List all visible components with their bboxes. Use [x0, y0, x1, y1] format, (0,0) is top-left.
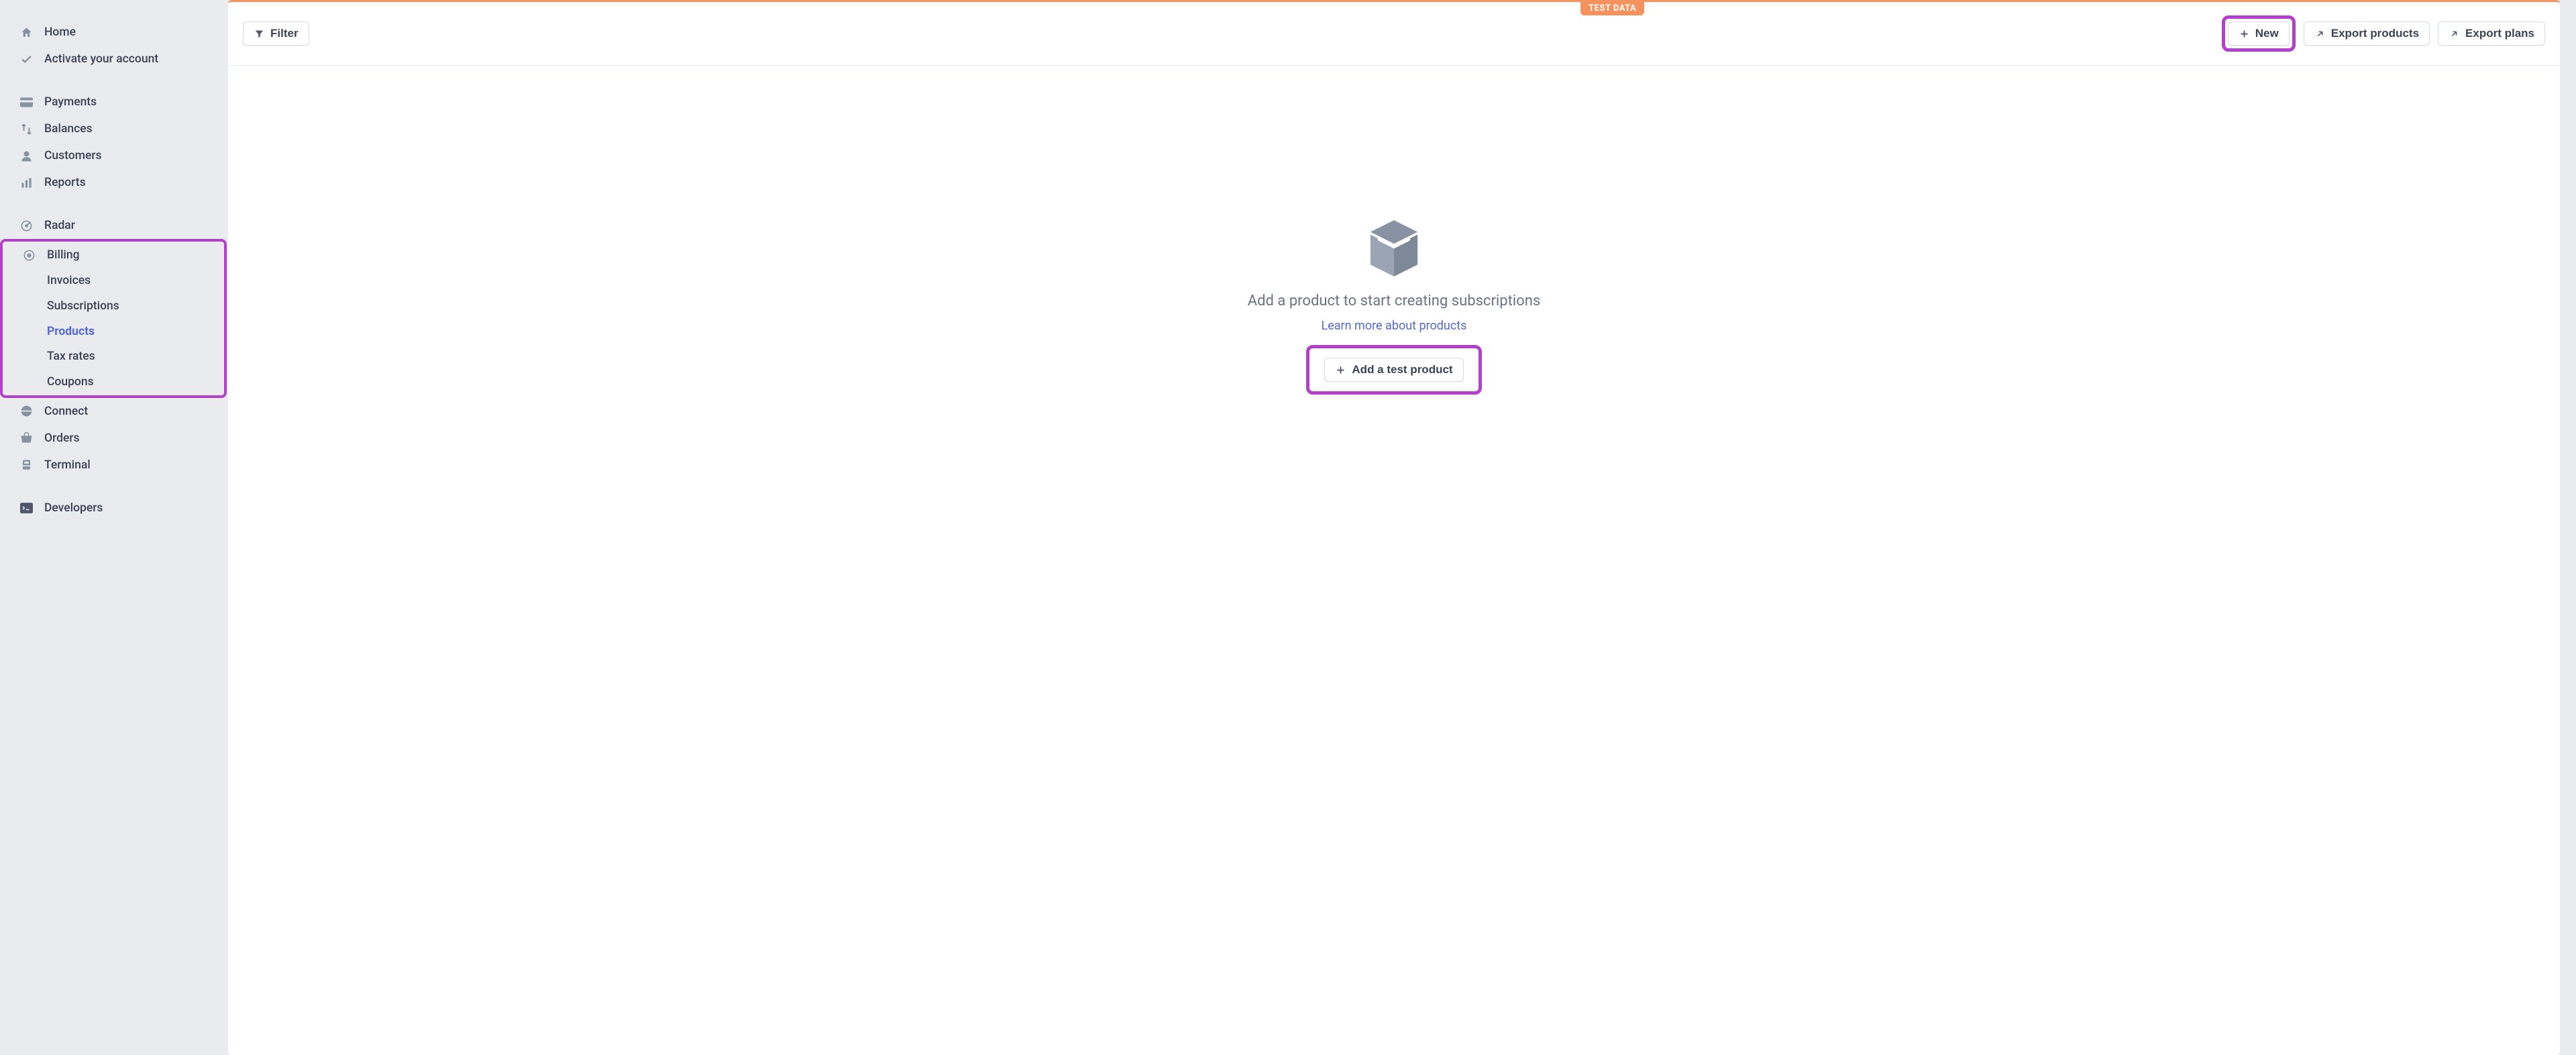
empty-state: Add a product to start creating subscrip…: [228, 66, 2560, 421]
sidebar-item-orders[interactable]: Orders: [0, 425, 228, 452]
sidebar-subitem-label: Tax rates: [47, 350, 95, 363]
sidebar-item-terminal[interactable]: Terminal: [0, 452, 228, 479]
main-content: TEST DATA Filter: [228, 0, 2576, 1055]
plus-icon: [2239, 28, 2250, 40]
sidebar-subitem-label: Coupons: [47, 375, 94, 389]
basket-icon: [19, 431, 34, 446]
plus-icon: [1335, 364, 1346, 376]
terminal-device-icon: [19, 458, 34, 472]
sidebar-item-label: Billing: [47, 246, 80, 264]
button-label: Filter: [270, 27, 299, 40]
sidebar-item-label: Reports: [44, 173, 86, 192]
sidebar-item-customers[interactable]: Customers: [0, 142, 228, 169]
new-button[interactable]: New: [2228, 21, 2290, 46]
empty-state-title: Add a product to start creating subscrip…: [1248, 293, 1540, 309]
billing-icon: [21, 248, 36, 262]
sidebar-item-connect[interactable]: Connect: [0, 398, 228, 425]
sidebar-item-reports[interactable]: Reports: [0, 169, 228, 196]
sidebar-item-developers[interactable]: Developers: [0, 495, 228, 521]
sidebar-item-label: Payments: [44, 93, 97, 111]
sidebar-subitem-label: Products: [47, 325, 95, 338]
test-data-badge: TEST DATA: [1580, 2, 1644, 15]
sidebar-subitem-products[interactable]: Products: [28, 319, 224, 345]
card-icon: [19, 95, 34, 109]
add-product-highlight: Add a test product: [1306, 345, 1481, 395]
sidebar-subitem-invoices[interactable]: Invoices: [28, 268, 224, 294]
sidebar-subitem-label: Subscriptions: [47, 299, 119, 313]
terminal-icon: [19, 501, 34, 515]
sidebar-item-label: Balances: [44, 119, 93, 138]
sidebar-item-radar[interactable]: Radar: [0, 212, 228, 239]
sidebar-item-activate[interactable]: Activate your account: [0, 46, 228, 72]
box-icon: [1368, 220, 1420, 277]
checkmark-icon: [19, 52, 34, 66]
filter-button[interactable]: Filter: [243, 21, 309, 46]
button-label: Add a test product: [1352, 363, 1452, 376]
content-panel: TEST DATA Filter: [228, 0, 2560, 1055]
sidebar-subitem-label: Invoices: [47, 274, 91, 287]
button-label: Export plans: [2465, 27, 2534, 40]
sidebar-item-home[interactable]: Home: [0, 19, 228, 46]
person-icon: [19, 148, 34, 163]
sidebar-subitem-coupons[interactable]: Coupons: [28, 370, 224, 395]
sidebar-item-label: Developers: [44, 499, 103, 517]
sidebar-item-payments[interactable]: Payments: [0, 89, 228, 115]
sidebar-item-label: Radar: [44, 216, 75, 235]
sidebar: Home Activate your account Payments: [0, 0, 228, 1055]
export-icon: [2449, 28, 2460, 40]
chart-icon: [19, 175, 34, 190]
button-label: Export products: [2331, 27, 2419, 40]
sidebar-item-label: Activate your account: [44, 50, 158, 68]
sidebar-item-label: Customers: [44, 146, 102, 165]
home-icon: [19, 25, 34, 40]
connect-icon: [19, 404, 34, 419]
add-test-product-button[interactable]: Add a test product: [1324, 358, 1463, 382]
sidebar-item-label: Connect: [44, 402, 88, 421]
button-label: New: [2255, 27, 2279, 40]
radar-icon: [19, 218, 34, 233]
sidebar-item-balances[interactable]: Balances: [0, 115, 228, 142]
sidebar-item-label: Terminal: [44, 456, 91, 474]
export-icon: [2314, 28, 2326, 40]
arrows-icon: [19, 121, 34, 136]
sidebar-item-label: Orders: [44, 429, 80, 448]
sidebar-subitem-subscriptions[interactable]: Subscriptions: [28, 294, 224, 319]
new-button-highlight: New: [2222, 15, 2296, 52]
billing-section-highlight: Billing Invoices Subscriptions Products …: [0, 239, 227, 398]
export-plans-button[interactable]: Export plans: [2438, 21, 2545, 46]
sidebar-item-label: Home: [44, 23, 76, 42]
sidebar-item-billing[interactable]: Billing: [3, 242, 224, 268]
learn-more-link[interactable]: Learn more about products: [1322, 319, 1467, 333]
toolbar: Filter New: [228, 2, 2560, 66]
filter-icon: [254, 28, 265, 40]
sidebar-subitem-tax-rates[interactable]: Tax rates: [28, 344, 224, 370]
export-products-button[interactable]: Export products: [2304, 21, 2430, 46]
